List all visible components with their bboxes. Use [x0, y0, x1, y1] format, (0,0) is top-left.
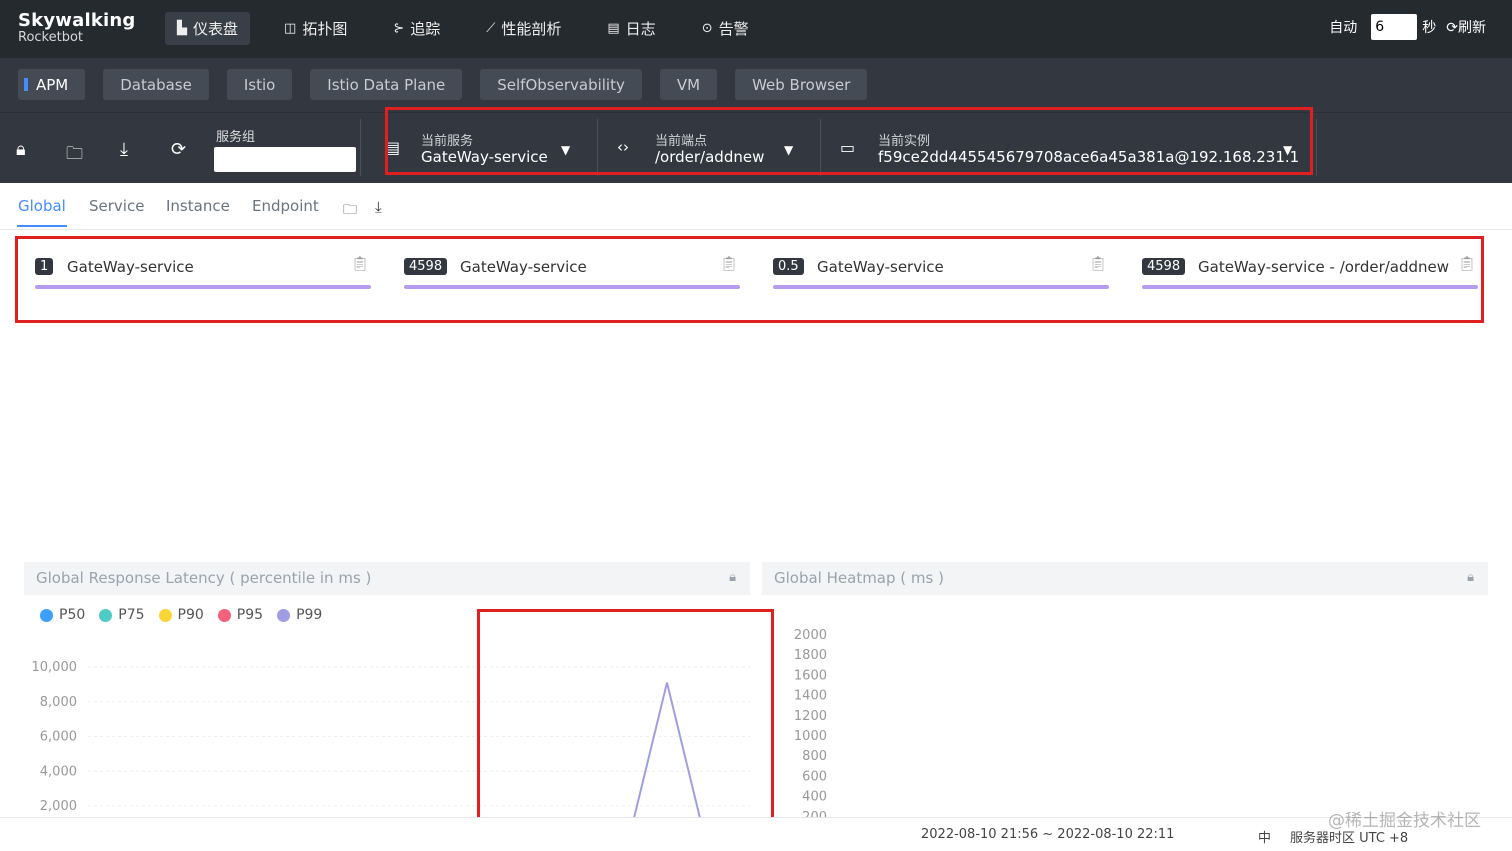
nav-label: 性能剖析 [501, 20, 562, 38]
legend-item-p90[interactable]: P90 [158, 607, 204, 623]
nav-dashboard[interactable]: ▙ 仪表盘 [165, 12, 251, 45]
watermark: @稀土掘金技术社区 [1328, 811, 1481, 831]
legend-dot [99, 608, 113, 622]
y-tick-label: 2000 [794, 628, 827, 643]
language-switch[interactable]: 中 [1258, 827, 1271, 846]
download-icon[interactable]: ⤓ [120, 139, 128, 160]
lock-icon[interactable]: 🔒︎ [16, 139, 26, 160]
refresh-label: 刷新 [1458, 20, 1486, 36]
y-tick-label: 2,000 [40, 799, 77, 814]
legend-dot [158, 608, 172, 622]
legend-label: P90 [177, 607, 204, 623]
alarm-icon: ⊙ [701, 21, 713, 36]
tab-service[interactable]: Service [89, 197, 144, 215]
highlight-box-chart [477, 609, 774, 821]
nav-log[interactable]: ▤ 日志 [595, 12, 667, 45]
y-tick-label: 4,000 [40, 764, 77, 779]
divider [1316, 119, 1317, 176]
nav-profile[interactable]: ⟋ 性能剖析 [474, 12, 573, 45]
layer-selfobservability[interactable]: SelfObservability [480, 69, 642, 100]
y-tick-label: 6,000 [40, 730, 77, 745]
refresh-interval-input[interactable] [1371, 14, 1418, 40]
layer-web-browser[interactable]: Web Browser [735, 69, 868, 100]
nav-label: 仪表盘 [193, 20, 239, 38]
chart-icon: ▙ [177, 21, 187, 36]
folder-icon[interactable]: 🗀 [343, 199, 357, 223]
time-range[interactable]: 2022-08-10 21:56 ~ 2022-08-10 22:11 [921, 827, 1174, 842]
log-icon: ▤ [607, 21, 620, 36]
nav-label: 日志 [625, 20, 656, 38]
y-tick-label: 10,000 [32, 660, 78, 675]
service-group-label: 服务组 [216, 130, 256, 145]
refresh-icon: ⟳ [1446, 20, 1458, 36]
legend-dot [217, 608, 231, 622]
layer-vm[interactable]: VM [659, 69, 718, 100]
lock-icon[interactable]: 🔒︎ [1467, 570, 1474, 585]
y-tick-label: 800 [802, 749, 827, 764]
legend-item-p75[interactable]: P75 [99, 607, 145, 623]
service-group-input[interactable] [214, 147, 356, 172]
y-tick-label: 1800 [794, 648, 827, 663]
y-tick-label: 600 [802, 769, 827, 784]
logo-brand: Skywalking [18, 10, 136, 31]
legend-label: P99 [296, 607, 323, 623]
nav-topology[interactable]: ◫ 拓扑图 [272, 12, 359, 45]
y-tick-label: 8,000 [40, 695, 77, 710]
legend-dot [40, 608, 53, 622]
topology-icon: ◫ [284, 21, 297, 36]
divider [360, 119, 361, 176]
heatmap-chart: 200018001600140012001000800600400200 [794, 628, 827, 818]
refresh-button[interactable]: ⟳刷新 [1446, 17, 1486, 37]
tab-instance[interactable]: Instance [166, 197, 230, 215]
y-tick-label: 400 [802, 790, 827, 805]
unit-label: 秒 [1422, 20, 1437, 36]
tab-endpoint[interactable]: Endpoint [252, 197, 319, 215]
highlight-box-metrics [15, 236, 1484, 323]
legend-item-p99[interactable]: P99 [277, 607, 322, 623]
auto-label: 自动 [1329, 20, 1358, 36]
tab-global[interactable]: Global [17, 197, 67, 227]
lock-icon[interactable]: 🔒︎ [729, 570, 736, 585]
legend-label: P75 [118, 607, 145, 623]
legend-item-p50[interactable]: P50 [40, 607, 85, 623]
download-icon[interactable]: ⤓ [375, 198, 382, 216]
legend-item-p95[interactable]: P95 [217, 607, 264, 623]
folder-icon[interactable]: 🗀 [66, 141, 83, 170]
y-tick-label: 1200 [794, 709, 827, 724]
logo[interactable]: Skywalking Rocketbot [18, 10, 135, 45]
heatmap-panel-title: Global Heatmap ( ms ) [774, 569, 944, 587]
nav-label: 追踪 [410, 20, 441, 38]
y-tick-label: 1600 [794, 668, 827, 683]
nav-label: 拓扑图 [302, 20, 348, 38]
logo-sub: Rocketbot [18, 30, 84, 45]
latency-legend: P50 P75 P90 P95 P99 [40, 607, 336, 623]
layer-istio[interactable]: Istio [226, 69, 293, 100]
latency-panel-header: Global Response Latency ( percentile in … [24, 562, 750, 595]
top-navbar: Skywalking Rocketbot ▙ 仪表盘 ◫ 拓扑图 ⊱ 追踪 ⟋ … [0, 0, 1512, 58]
y-tick-label: 1000 [794, 729, 827, 744]
reload-icon[interactable]: ⟳ [171, 139, 186, 160]
dashboard-tabs: Global Service Instance Endpoint 🗀 ⤓ [0, 183, 1512, 230]
layer-bar: APM Database Istio Istio Data Plane Self… [0, 58, 1512, 112]
layer-istio-data-plane[interactable]: Istio Data Plane [310, 69, 463, 100]
y-tick-label: 1400 [794, 689, 827, 704]
nav-label: 告警 [718, 20, 749, 38]
auto-refresh: 自动 秒 ⟳刷新 [1329, 14, 1486, 40]
legend-dot [277, 608, 291, 622]
nav-alarm[interactable]: ⊙ 告警 [690, 12, 761, 45]
latency-panel-title: Global Response Latency ( percentile in … [36, 569, 372, 587]
highlight-box-selectors [385, 107, 1313, 175]
footer-bar: 2022-08-10 21:56 ~ 2022-08-10 22:11 中 服务… [0, 817, 1512, 851]
heatmap-panel-header: Global Heatmap ( ms ) 🔒︎ [762, 562, 1488, 595]
layer-database[interactable]: Database [103, 69, 209, 100]
legend-label: P50 [59, 607, 86, 623]
trace-icon: ⊱ [393, 21, 405, 36]
layer-apm[interactable]: APM [18, 69, 86, 100]
profile-icon: ⟋ [486, 21, 496, 36]
legend-label: P95 [236, 607, 264, 623]
main-nav: ▙ 仪表盘 ◫ 拓扑图 ⊱ 追踪 ⟋ 性能剖析 ▤ 日志 ⊙ 告警 [165, 12, 783, 45]
nav-trace[interactable]: ⊱ 追踪 [381, 12, 452, 45]
